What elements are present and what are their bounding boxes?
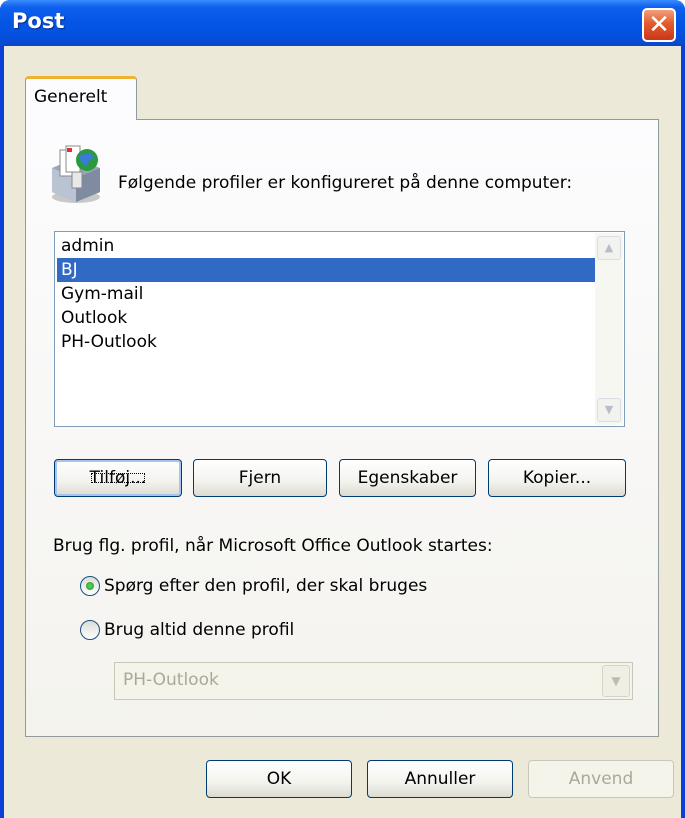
scroll-down-icon[interactable]: ▼ (597, 398, 621, 422)
chevron-down-icon: ▼ (602, 665, 630, 697)
profiles-listbox[interactable]: admin BJ Gym-mail Outlook PH-Outlook ▲ ▼ (54, 231, 625, 427)
properties-button[interactable]: Egenskaber (339, 459, 476, 497)
properties-label: Egenskaber (357, 468, 458, 488)
copy-profile-label: Kopier... (522, 468, 592, 488)
add-profile-label: Tilføj... (86, 468, 151, 488)
startup-prompt: Brug flg. profil, når Microsoft Office O… (53, 536, 493, 556)
profile-item-outlook[interactable]: Outlook (57, 306, 595, 330)
radio-always-label[interactable]: Brug altid denne profil (104, 618, 294, 642)
title-bar[interactable]: Post ✕ (0, 0, 685, 46)
remove-profile-label: Fjern (238, 468, 282, 488)
close-button[interactable]: ✕ (642, 8, 676, 42)
profile-select: PH-Outlook ▼ (114, 662, 633, 700)
profile-item-admin[interactable]: admin (57, 234, 595, 258)
window-title: Post (12, 9, 65, 33)
tab-general-label: Generelt (34, 87, 108, 107)
profile-item-bj[interactable]: BJ (57, 258, 595, 282)
scroll-up-icon[interactable]: ▲ (597, 236, 621, 260)
apply-button: Anvend (528, 760, 674, 798)
profile-item-gym-mail[interactable]: Gym-mail (57, 282, 595, 306)
radio-ask-label[interactable]: Spørg efter den profil, der skal bruges (104, 574, 427, 598)
radio-selected-dot (86, 582, 94, 590)
tab-panel-general (25, 119, 659, 737)
profile-select-value: PH-Outlook (123, 670, 219, 690)
add-profile-button[interactable]: Tilføj... (54, 459, 182, 497)
ok-button[interactable]: OK (206, 760, 352, 798)
remove-profile-button[interactable]: Fjern (193, 459, 327, 497)
cancel-button[interactable]: Annuller (367, 760, 513, 798)
intro-text: Følgende profiler er konfigureret på den… (118, 173, 573, 193)
radio-always-button[interactable] (80, 620, 100, 640)
close-icon: ✕ (648, 10, 670, 40)
list-scrollbar[interactable]: ▲ ▼ (595, 233, 623, 425)
apply-label: Anvend (568, 769, 634, 789)
copy-profile-button[interactable]: Kopier... (488, 459, 626, 497)
ok-label: OK (266, 769, 292, 789)
radio-ask-button[interactable] (80, 576, 100, 596)
cancel-label: Annuller (404, 769, 476, 789)
mail-profiles-icon (52, 145, 100, 203)
tab-general[interactable]: Generelt (25, 76, 137, 120)
profile-item-ph-outlook[interactable]: PH-Outlook (57, 330, 595, 354)
